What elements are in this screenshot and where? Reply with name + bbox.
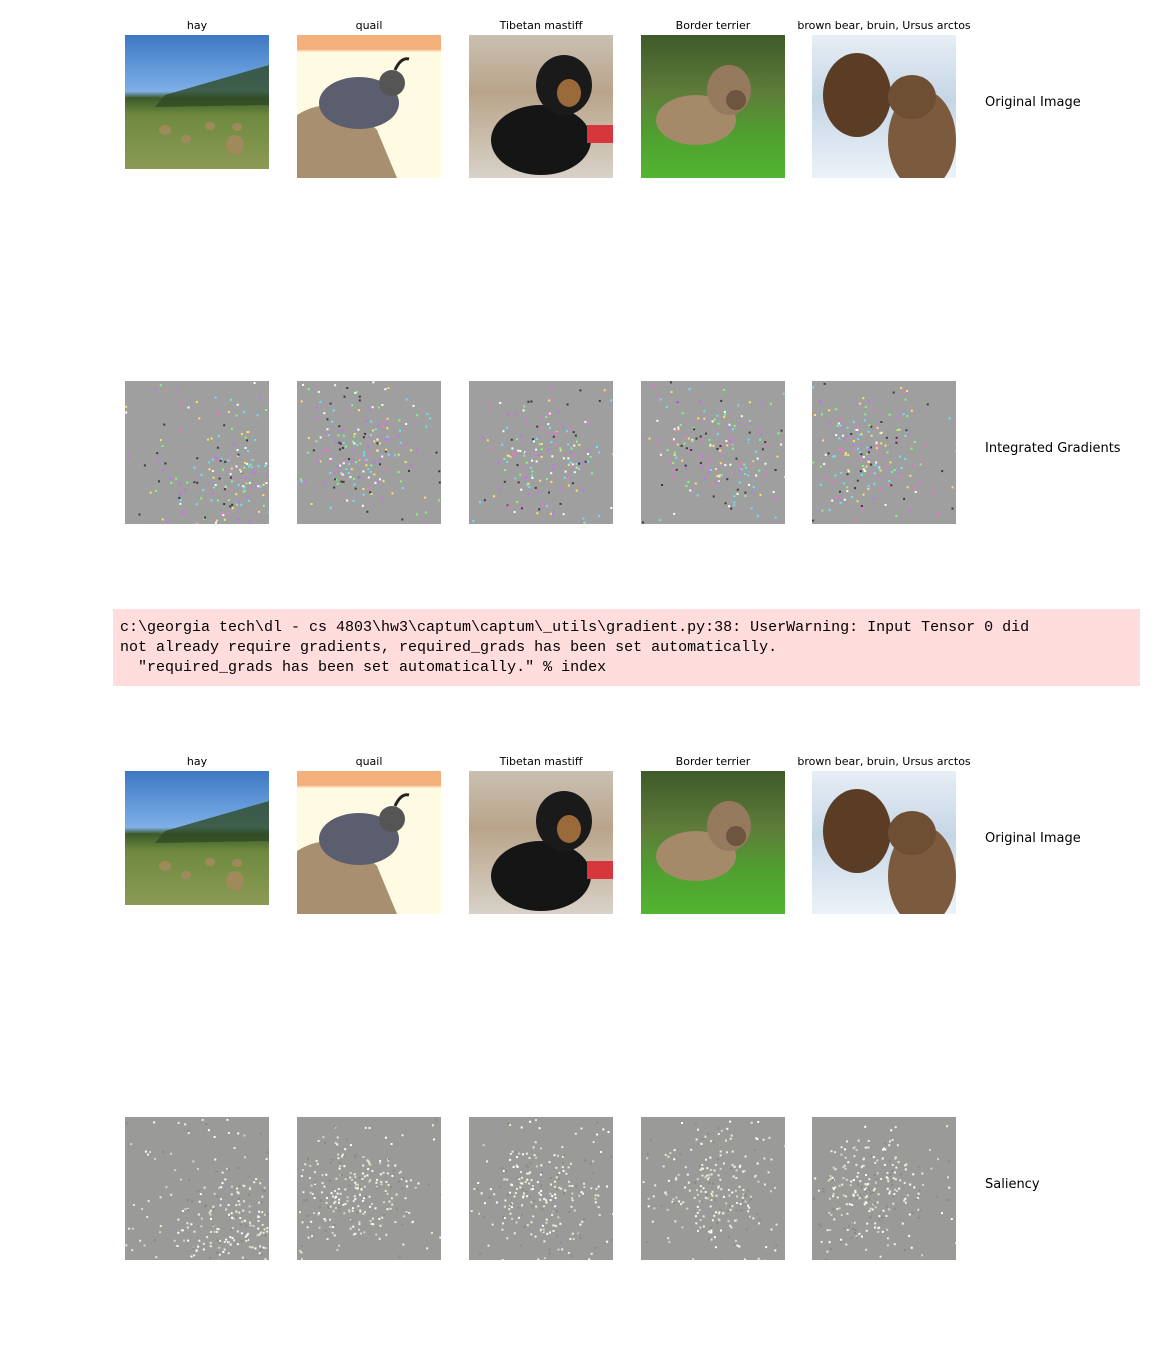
image-brown-bear	[812, 35, 956, 178]
stderr-warning: c:\georgia tech\dl - cs 4803\hw3\captum\…	[113, 609, 1140, 686]
attribution-ig-hay	[125, 381, 269, 524]
title-tibetan-mastiff: Tibetan mastiff	[499, 19, 583, 32]
image-border-terrier	[641, 35, 785, 178]
attribution-ig-quail	[297, 381, 441, 524]
attribution-ig-border-terrier	[641, 381, 785, 524]
title-hay: hay	[186, 755, 208, 768]
attribution-ig-tibetan-mastiff	[469, 381, 613, 524]
attribution-saliency-quail	[297, 1117, 441, 1260]
title-border-terrier: Border terrier	[675, 19, 751, 32]
row-label-original-image: Original Image	[985, 95, 1081, 110]
row-label-saliency: Saliency	[985, 1177, 1040, 1192]
image-hay	[125, 35, 269, 169]
title-brown-bear: brown bear, bruin, Ursus arctos	[797, 19, 971, 32]
attribution-ig-brown-bear	[812, 381, 956, 524]
image-tibetan-mastiff	[469, 771, 613, 914]
attribution-saliency-tibetan-mastiff	[469, 1117, 613, 1260]
row-label-integrated-gradients: Integrated Gradients	[985, 441, 1121, 456]
attribution-saliency-hay	[125, 1117, 269, 1260]
title-tibetan-mastiff: Tibetan mastiff	[499, 755, 583, 768]
title-border-terrier: Border terrier	[675, 755, 751, 768]
row-label-original-image: Original Image	[985, 831, 1081, 846]
warning-text: c:\georgia tech\dl - cs 4803\hw3\captum\…	[120, 619, 1030, 676]
image-brown-bear	[812, 771, 956, 914]
image-quail	[297, 771, 441, 914]
image-hay	[125, 771, 269, 905]
attribution-saliency-border-terrier	[641, 1117, 785, 1260]
image-border-terrier	[641, 771, 785, 914]
title-hay: hay	[186, 19, 208, 32]
title-brown-bear: brown bear, bruin, Ursus arctos	[797, 755, 971, 768]
title-quail: quail	[355, 19, 383, 32]
attribution-saliency-brown-bear	[812, 1117, 956, 1260]
image-quail	[297, 35, 441, 178]
image-tibetan-mastiff	[469, 35, 613, 178]
title-quail: quail	[355, 755, 383, 768]
